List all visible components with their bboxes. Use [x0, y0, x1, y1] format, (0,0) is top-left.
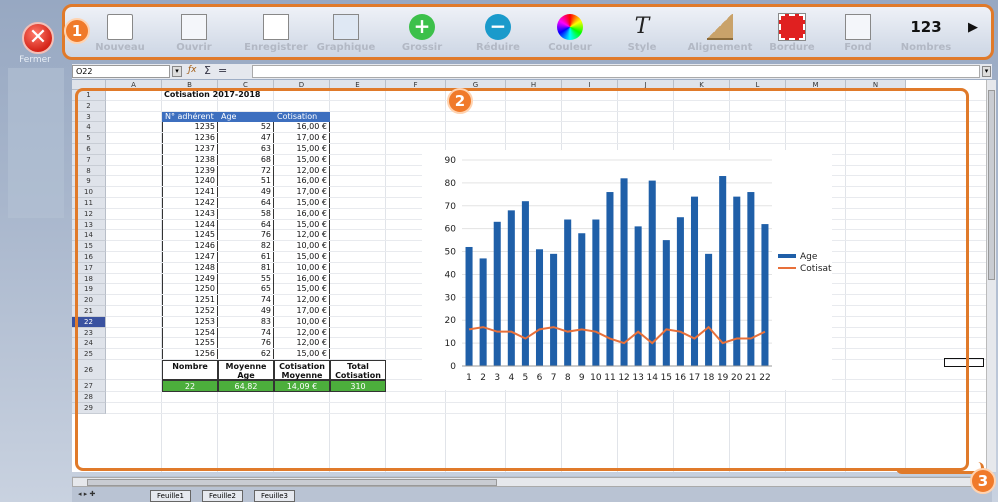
- toolbar-button-nouveau[interactable]: Nouveau: [90, 8, 150, 58]
- toolbar-button-label: Couleur: [548, 42, 592, 53]
- toolbar-button-label: Nombres: [900, 42, 952, 53]
- toolbar-button-label: Graphique: [316, 42, 376, 53]
- cell-ref-dropdown-icon[interactable]: ▾: [172, 66, 182, 77]
- formula-expand-icon[interactable]: ▾: [982, 66, 991, 77]
- sheet-tab-2[interactable]: Feuille2: [202, 490, 243, 502]
- toolbar-button-enregistrer[interactable]: Enregistrer: [244, 8, 308, 58]
- cell-reference-field[interactable]: O22: [72, 65, 170, 78]
- sheet-highlight-frame: [75, 88, 969, 471]
- sheet-badge: 2: [447, 88, 473, 114]
- toolbar-button-nombres[interactable]: 123 Nombres: [896, 8, 956, 58]
- border-icon: [778, 13, 806, 41]
- zoom-in-icon: +: [409, 14, 435, 40]
- toolbar-button-style[interactable]: T Style: [612, 8, 672, 58]
- toolbar-button-ouvrir[interactable]: Ouvrir: [164, 8, 224, 58]
- horizontal-scroll-thumb[interactable]: [87, 479, 497, 486]
- toolbar-button-label: Ouvrir: [176, 42, 212, 53]
- formula-input[interactable]: [252, 65, 980, 78]
- toolbar-buttons: Nouveau Ouvrir Enregistrer Graphique + Grossi…: [62, 8, 994, 58]
- toolbar-button-label: Grossir: [401, 42, 443, 53]
- fill-icon: [845, 14, 871, 40]
- chart-icon: [333, 14, 359, 40]
- toolbar-more-icon[interactable]: ▶: [968, 20, 978, 35]
- sheet-tab-3[interactable]: Feuille3: [254, 490, 295, 502]
- alignment-icon: [707, 14, 733, 40]
- sum-icon[interactable]: Σ: [204, 64, 211, 77]
- toolbar-button-bordure[interactable]: Bordure: [762, 8, 822, 58]
- sheet-tab-1[interactable]: Feuille1: [150, 490, 191, 502]
- toolbar-button-label: Enregistrer: [244, 42, 308, 53]
- numbers-icon: 123: [910, 18, 942, 36]
- toolbar-button-réduire[interactable]: − Réduire: [468, 8, 528, 58]
- vertical-scrollbar[interactable]: [986, 80, 996, 472]
- open-folder-icon: [181, 14, 207, 40]
- zoom-out-icon: −: [485, 14, 511, 40]
- toolbar-button-label: Style: [627, 42, 657, 53]
- toolbar-button-graphique[interactable]: Graphique: [316, 8, 376, 58]
- new-document-icon: [107, 14, 133, 40]
- toolbar-button-couleur[interactable]: Couleur: [540, 8, 600, 58]
- vertical-scroll-thumb[interactable]: [988, 90, 995, 280]
- formula-bar: O22 ▾ ƒx Σ = ▾: [72, 64, 992, 79]
- color-wheel-icon: [557, 14, 583, 40]
- toolbar-button-alignement[interactable]: Alignement: [688, 8, 752, 58]
- scroll-badge: 3: [970, 468, 996, 494]
- horizontal-scrollbar[interactable]: [72, 477, 972, 487]
- text-style-icon: T: [634, 14, 650, 39]
- toolbar-button-label: Réduire: [476, 42, 520, 53]
- toolbar-button-fond[interactable]: Fond: [828, 8, 888, 58]
- left-panel: ✕ Fermer: [0, 0, 70, 502]
- formula-equals-icon[interactable]: =: [218, 64, 227, 77]
- function-wizard-icon[interactable]: ƒx: [188, 65, 197, 75]
- bottom-bar: ◂ ▸ ✚ Feuille1 Feuille2 Feuille3: [72, 476, 992, 502]
- ghost-panel: [8, 68, 64, 218]
- scroll-highlight-frame: [896, 462, 984, 474]
- toolbar-button-label: Nouveau: [95, 42, 145, 53]
- toolbar-button-grossir[interactable]: + Grossir: [392, 8, 452, 58]
- close-icon[interactable]: ✕: [22, 22, 54, 54]
- tab-nav-icons[interactable]: ◂ ▸ ✚: [78, 490, 95, 498]
- close-label[interactable]: Fermer: [10, 55, 60, 65]
- toolbar-button-label: Alignement: [687, 42, 753, 53]
- save-icon: [263, 14, 289, 40]
